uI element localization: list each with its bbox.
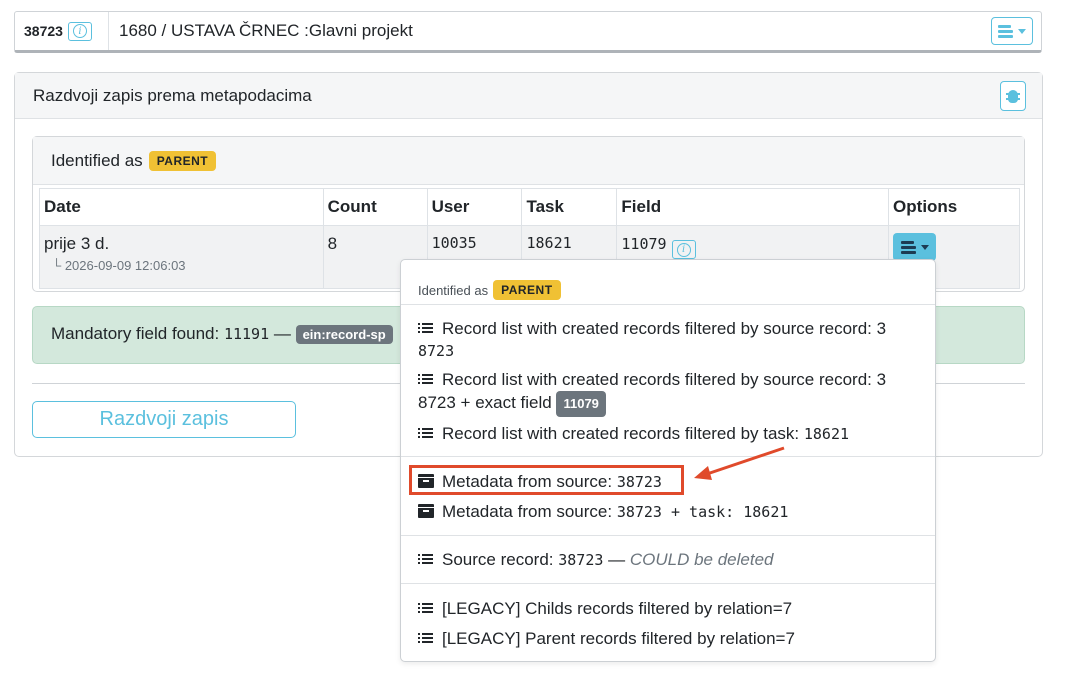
alert-text: Mandatory field found:: [51, 324, 224, 343]
menu-item-source-record[interactable]: Source record: 38723 — COULD be deleted: [418, 549, 923, 571]
dropdown-divider: [401, 304, 935, 305]
col-count: Count: [322, 188, 428, 226]
bug-icon: [1006, 89, 1020, 103]
split-record-button[interactable]: Razdvoji zapis: [32, 401, 296, 438]
record-title: 1680 / USTAVA ČRNEC :Glavni projekt: [119, 21, 413, 40]
record-header: 38723 i 1680 / USTAVA ČRNEC :Glavni proj…: [14, 11, 1042, 53]
parent-badge: PARENT: [148, 150, 217, 171]
menu-item-records-by-source[interactable]: Record list with created records filtere…: [418, 318, 923, 362]
alert-dash: —: [269, 324, 296, 343]
identified-header: Identified as PARENT: [33, 137, 1024, 185]
dropdown-parent-badge: PARENT: [493, 280, 561, 300]
alert-field-id: 11191: [223, 325, 270, 343]
col-user: User: [426, 188, 523, 226]
field-id: 11079: [621, 235, 667, 253]
record-id-box: 38723 i: [15, 12, 109, 50]
archive-icon: [418, 504, 434, 518]
options-dropdown-menu: Identified as PARENT Record list with cr…: [400, 259, 936, 662]
date-absolute: └ 2026-09-09 12:06:03: [52, 258, 186, 273]
menu-item-records-by-task[interactable]: Record list with created records filtere…: [418, 423, 923, 445]
dropdown-header: Identified as PARENT: [401, 260, 935, 304]
list-ul-icon: [418, 553, 434, 565]
field-badge: 11079: [556, 391, 606, 417]
arrow-annotation: [694, 446, 785, 480]
date-relative: prije 3 d.: [44, 234, 110, 253]
list-ul-icon: [418, 602, 434, 614]
list-icon: [998, 24, 1013, 38]
cell-date: prije 3 d. └ 2026-09-09 12:06:03: [39, 225, 324, 289]
debug-button[interactable]: [1000, 81, 1026, 111]
list-ul-icon: [418, 373, 434, 385]
highlight-box: [409, 465, 684, 495]
menu-item-records-by-source-field[interactable]: Record list with created records filtere…: [418, 369, 923, 417]
dropdown-header-label: Identified as: [418, 282, 489, 298]
record-id: 38723: [24, 23, 63, 39]
card-title: Razdvoji zapis prema metapodacima: [33, 86, 312, 105]
col-field: Field: [616, 188, 890, 226]
dropdown-divider: [401, 583, 935, 584]
identified-label: Identified as: [51, 150, 143, 170]
chevron-down-icon: [1018, 28, 1026, 34]
chevron-down-icon: [920, 244, 929, 250]
header-menu-button[interactable]: [991, 17, 1033, 45]
list-icon: [900, 240, 916, 254]
menu-item-legacy-childs[interactable]: [LEGACY] Childs records filtered by rela…: [418, 598, 923, 620]
field-info-icon[interactable]: i: [671, 240, 696, 259]
col-task: Task: [521, 188, 618, 226]
col-options: Options: [888, 188, 1020, 226]
list-ul-icon: [418, 427, 434, 439]
dropdown-divider: [401, 456, 935, 457]
menu-item-metadata-from-source-task[interactable]: Metadata from source: 38723 + task: 1862…: [418, 501, 923, 523]
card-header: Razdvoji zapis prema metapodacima: [15, 73, 1042, 119]
options-dropdown-button[interactable]: [893, 233, 937, 261]
dropdown-divider: [401, 535, 935, 536]
list-ul-icon: [418, 322, 434, 334]
info-icon[interactable]: i: [67, 21, 92, 41]
alert-badge: ein:record-sp: [295, 325, 393, 344]
menu-item-legacy-parents[interactable]: [LEGACY] Parent records filtered by rela…: [418, 628, 923, 650]
table-header-row: Date Count User Task Field Options: [39, 188, 1020, 226]
list-ul-icon: [418, 632, 434, 644]
col-date: Date: [39, 188, 324, 226]
